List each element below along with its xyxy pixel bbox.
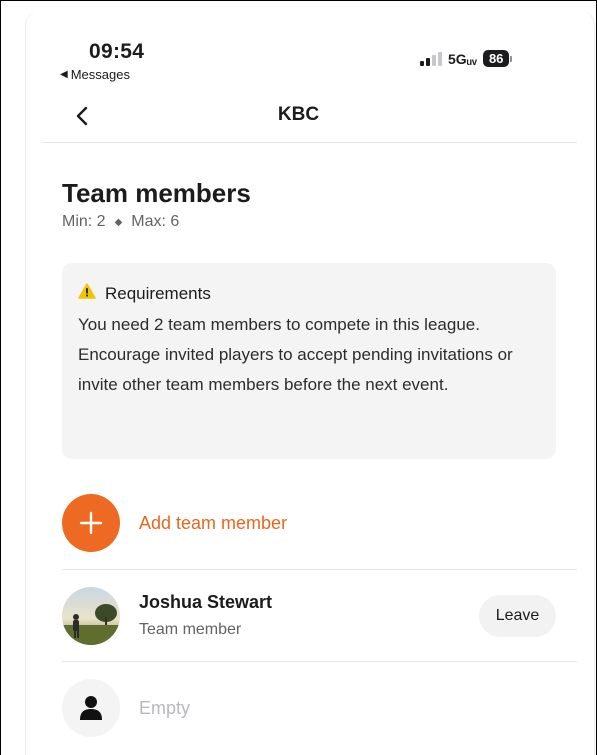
- team-limits: Min: 2 ◆ Max: 6: [62, 213, 179, 231]
- add-team-member-button[interactable]: Add team member: [62, 494, 287, 552]
- nav-divider: [42, 142, 577, 143]
- plus-icon: [62, 494, 120, 552]
- battery-level: 86: [482, 50, 510, 67]
- section-title: Team members: [62, 178, 251, 208]
- status-time: 09:54: [89, 40, 145, 63]
- max-label: Max: 6: [131, 213, 180, 230]
- warning-icon: [78, 283, 96, 304]
- empty-slot-label: Empty: [139, 698, 191, 718]
- min-label: Min: 2: [62, 213, 106, 230]
- list-divider: [62, 569, 577, 570]
- avatar: [62, 587, 120, 645]
- requirements-header: Requirements: [78, 283, 540, 304]
- back-to-app-link[interactable]: ◀ Messages: [60, 67, 130, 82]
- bullet-separator: ◆: [114, 216, 123, 228]
- signal-icon: [420, 51, 442, 66]
- add-team-member-label: Add team member: [139, 512, 288, 533]
- page-title: KBC: [277, 104, 320, 125]
- leave-button[interactable]: Leave: [479, 595, 556, 637]
- requirements-title: Requirements: [105, 283, 211, 303]
- requirements-text: You need 2 team members to compete in th…: [78, 315, 513, 394]
- requirements-card: Requirements You need 2 team members to …: [62, 263, 556, 459]
- status-indicators: 5Gᵤᵥ 86: [420, 50, 513, 67]
- back-triangle-icon: ◀: [60, 69, 68, 80]
- person-icon: [62, 679, 120, 737]
- member-role: Team member: [139, 621, 242, 638]
- member-name: Joshua Stewart: [139, 592, 273, 612]
- network-label: 5Gᵤᵥ: [448, 50, 477, 67]
- battery-icon: 86: [482, 50, 513, 67]
- list-divider: [62, 661, 577, 662]
- back-app-label: Messages: [70, 67, 130, 82]
